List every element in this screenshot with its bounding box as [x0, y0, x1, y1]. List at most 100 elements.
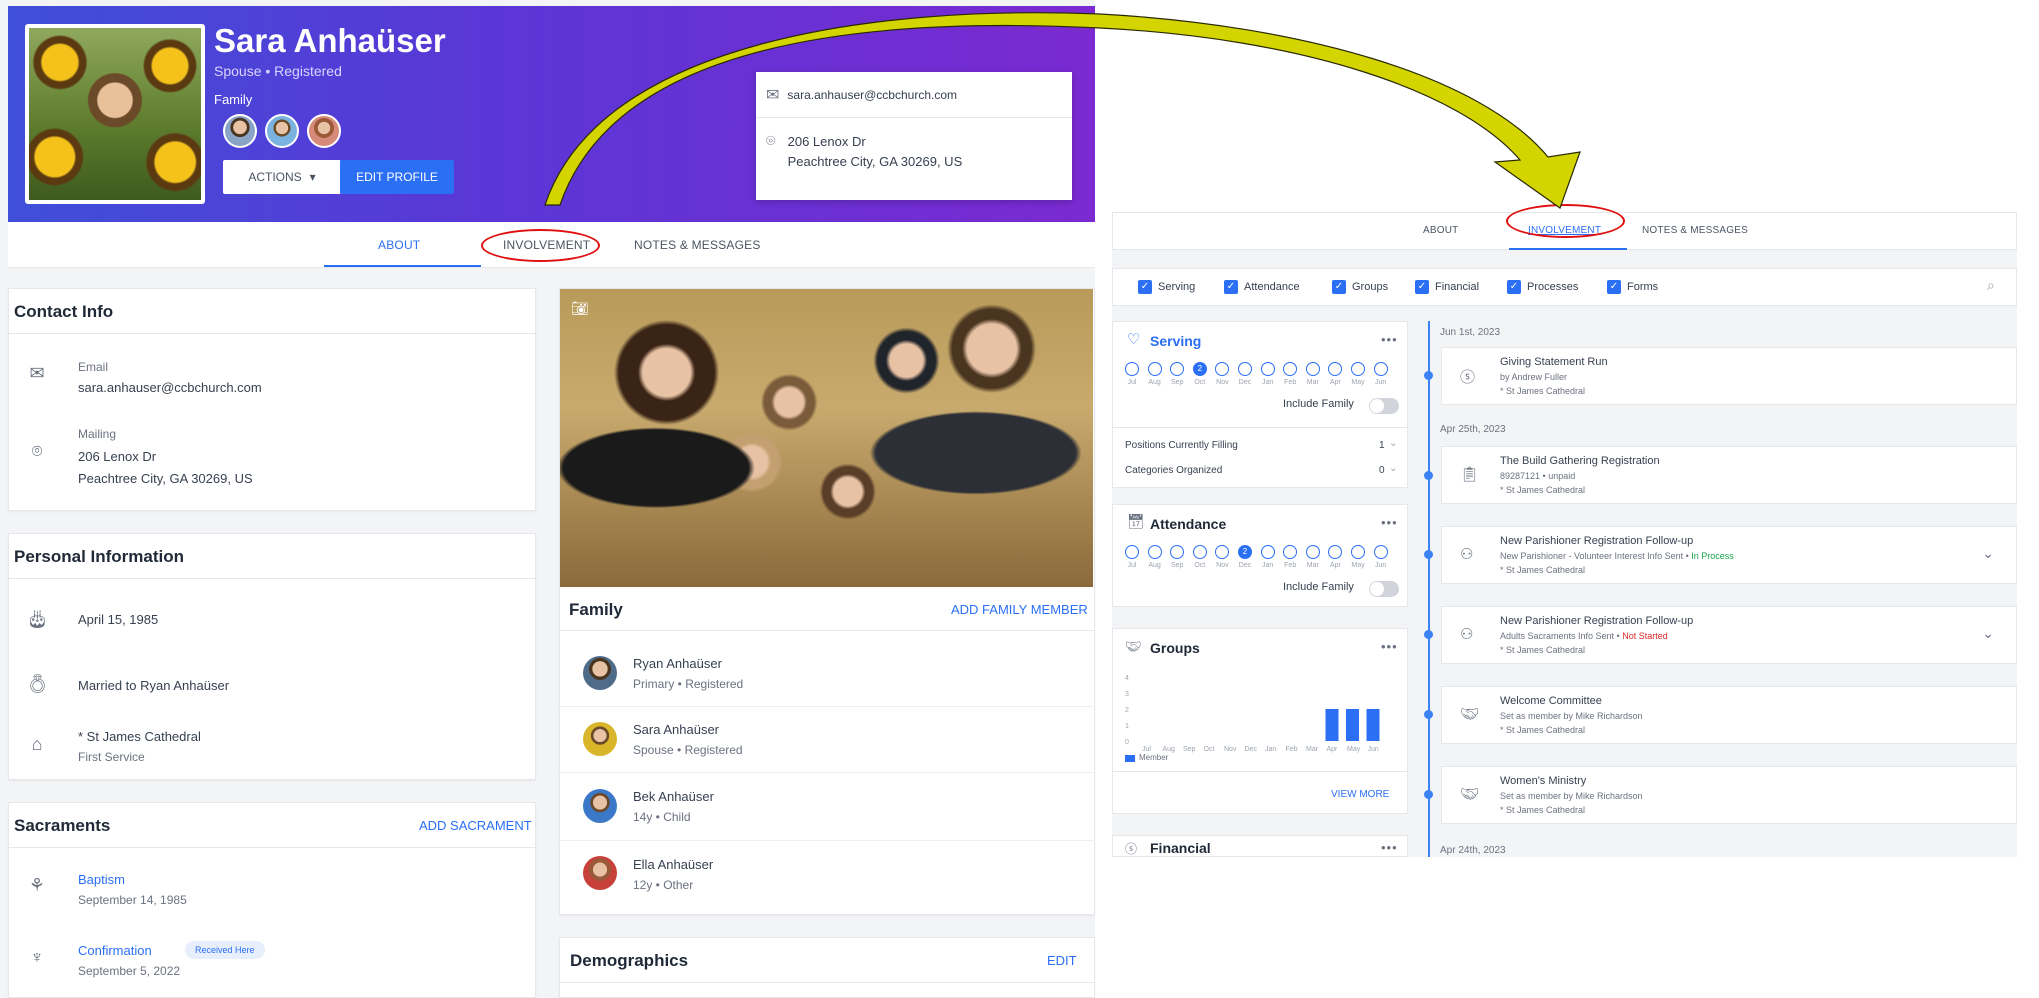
divider — [559, 840, 1095, 841]
entry-detail: Set as member by Mike Richardson — [1500, 791, 1643, 801]
church-icon: ⌂ — [31, 734, 43, 754]
entry-campus: * St James Cathedral — [1500, 565, 1586, 575]
timeline-entry[interactable]: ⓢ Giving Statement Run by Andrew Fuller … — [1441, 347, 2017, 405]
month-circle — [1373, 545, 1388, 559]
tab-about[interactable]: ABOUT — [378, 238, 420, 252]
y-tick-label: 2 — [1125, 707, 1129, 714]
more-options-icon[interactable]: ••• — [1381, 332, 1398, 347]
x-tick-label: Oct — [1204, 746, 1215, 753]
x-tick-label: Jun — [1368, 746, 1379, 753]
edit-demographics-button[interactable]: EDIT — [1047, 953, 1077, 968]
filter-processes[interactable]: ✓ Processes — [1507, 280, 1578, 294]
add-family-member-button[interactable]: ADD FAMILY MEMBER — [951, 602, 1088, 617]
timeline-date: Apr 25th, 2023 — [1440, 424, 1506, 435]
sacrament-confirmation-link[interactable]: Confirmation — [78, 943, 152, 958]
family-member-avatar[interactable] — [583, 722, 617, 756]
filter-serving[interactable]: ✓ Serving — [1138, 280, 1195, 294]
more-options-icon[interactable]: ••• — [1381, 840, 1398, 855]
family-member-name[interactable]: Bek Anhaüser — [633, 789, 714, 804]
email-value[interactable]: sara.anhauser@ccbchurch.com — [78, 380, 262, 395]
family-avatar[interactable] — [223, 114, 257, 148]
contact-info-card: Contact Info ✉ Email sara.anhauser@ccbch… — [8, 288, 536, 511]
divider — [9, 333, 535, 334]
family-photo[interactable] — [560, 289, 1093, 587]
filter-label: Processes — [1527, 281, 1579, 293]
month-label: Sep — [1170, 562, 1184, 569]
timeline-entry[interactable]: 🤝︎ Women's Ministry Set as member by Mik… — [1441, 766, 2017, 824]
family-member-name[interactable]: Ella Anhaüser — [633, 857, 713, 872]
tab-notes-messages[interactable]: NOTES & MESSAGES — [1642, 225, 1748, 236]
positions-value[interactable]: 1 — [1379, 440, 1385, 451]
month-label: May — [1351, 562, 1365, 569]
filter-attendance[interactable]: ✓ Attendance — [1224, 280, 1300, 294]
include-family-toggle[interactable] — [1369, 398, 1399, 414]
profile-photo[interactable] — [25, 24, 205, 204]
chevron-down-icon[interactable]: ⌄ — [1982, 545, 1994, 562]
family-member-avatar[interactable] — [583, 789, 617, 823]
x-tick-label: Nov — [1224, 746, 1237, 753]
timeline-dot — [1424, 710, 1433, 719]
timeline-entry[interactable]: ⚇ New Parishioner Registration Follow-up… — [1441, 606, 2017, 664]
legend-label: Member — [1139, 753, 1169, 762]
month-circle — [1260, 362, 1275, 376]
family-member-name[interactable]: Ryan Anhaüser — [633, 656, 722, 671]
positions-label: Positions Currently Filling — [1125, 440, 1238, 451]
include-family-toggle[interactable] — [1369, 581, 1399, 597]
categories-value[interactable]: 0 — [1379, 465, 1385, 476]
month-circle — [1373, 362, 1388, 376]
x-tick-label: May — [1347, 746, 1361, 753]
family-member-name[interactable]: Sara Anhaüser — [633, 722, 719, 737]
divider — [1113, 427, 1407, 428]
family-member-avatar[interactable] — [583, 656, 617, 690]
entry-detail-text: New Parishioner - Volunteer Interest Inf… — [1500, 551, 1692, 561]
y-tick-label: 3 — [1125, 691, 1129, 698]
actions-button[interactable]: ACTIONS ▾ — [223, 160, 341, 194]
entry-title: The Build Gathering Registration — [1500, 455, 1660, 467]
add-sacrament-button[interactable]: ADD SACRAMENT — [419, 818, 532, 833]
family-avatar[interactable] — [307, 114, 341, 148]
chevron-down-icon[interactable]: ⌄ — [1389, 463, 1397, 474]
timeline-entry[interactable]: 🤝︎ Welcome Committee Set as member by Mi… — [1441, 686, 2017, 744]
month-circle: 2 — [1238, 545, 1252, 559]
x-tick-label: Feb — [1286, 746, 1298, 753]
tab-about[interactable]: ABOUT — [1423, 225, 1458, 236]
family-member-avatar[interactable] — [583, 856, 617, 890]
view-more-button[interactable]: VIEW MORE — [1331, 789, 1389, 800]
chevron-down-icon[interactable]: ⌄ — [1982, 625, 1994, 642]
groups-card: 🤝︎ Groups ••• 4 3 2 1 0 Jul Aug Sep Oct Nov Dec Jan… — [1112, 628, 1408, 814]
header-email[interactable]: sara.anhauser@ccbchurch.com — [787, 88, 957, 102]
received-here-badge: Received Here — [185, 941, 265, 959]
x-tick-label: Sep — [1183, 746, 1196, 753]
chevron-down-icon[interactable]: ⌄ — [1389, 438, 1397, 449]
month-label: Jul — [1127, 562, 1137, 569]
ring-icon: 💍︎ — [26, 674, 49, 694]
campus-value: * St James Cathedral — [78, 729, 201, 744]
timeline-entry[interactable]: 📋︎ The Build Gathering Registration 8928… — [1441, 446, 2017, 504]
filter-forms[interactable]: ✓ Forms — [1607, 280, 1658, 294]
filter-financial[interactable]: ✓ Financial — [1415, 280, 1479, 294]
search-icon[interactable]: ⌕ — [1987, 277, 1995, 294]
x-tick-label: Apr — [1327, 746, 1339, 753]
divider — [9, 578, 535, 579]
tab-notes-messages[interactable]: NOTES & MESSAGES — [634, 238, 761, 252]
divider — [559, 772, 1095, 773]
filter-groups[interactable]: ✓ Groups — [1332, 280, 1388, 294]
month-circle — [1283, 545, 1298, 559]
month-circle — [1351, 362, 1365, 376]
more-options-icon[interactable]: ••• — [1381, 639, 1398, 654]
camera-icon[interactable]: 📷︎ — [571, 300, 589, 317]
birthday-value: April 15, 1985 — [78, 612, 159, 627]
status-in-process: In Process — [1691, 551, 1734, 561]
timeline-entry[interactable]: ⚇ New Parishioner Registration Follow-up… — [1441, 526, 2017, 584]
family-avatar[interactable] — [265, 114, 299, 148]
header-contact-card: ✉ sara.anhauser@ccbchurch.com ⌾ 206 Lenox … — [756, 72, 1072, 200]
edit-profile-button[interactable]: EDIT PROFILE — [340, 160, 454, 194]
more-options-icon[interactable]: ••• — [1381, 515, 1398, 530]
envelope-icon: ✉ — [29, 363, 45, 383]
entry-detail: Set as member by Mike Richardson — [1500, 711, 1643, 721]
month-label: Jun — [1374, 379, 1387, 386]
sacrament-baptism-link[interactable]: Baptism — [78, 872, 125, 887]
involvement-tab-highlight — [1506, 204, 1625, 238]
bar — [1366, 709, 1380, 741]
timeline-date: Jun 1st, 2023 — [1440, 327, 1501, 338]
